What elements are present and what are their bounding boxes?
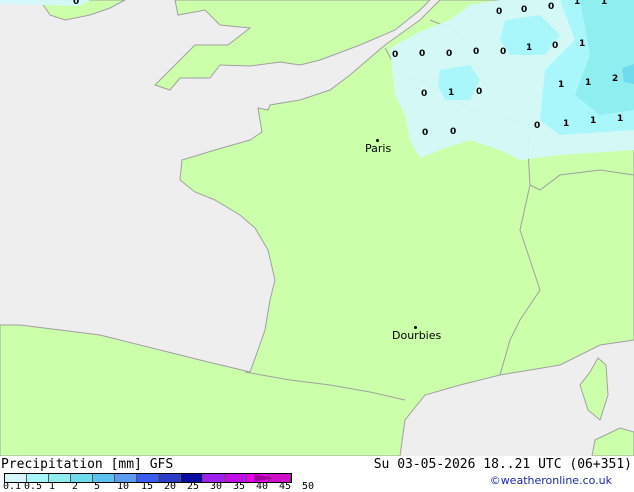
- precip-value: 0: [476, 87, 483, 97]
- precip-value: 0: [73, 0, 80, 7]
- scale-tick-label: 5: [94, 481, 101, 492]
- precip-value: 0: [534, 121, 541, 131]
- scale-tick-label: 15: [141, 481, 154, 492]
- credit-link[interactable]: ©weatheronline.co.uk: [490, 474, 612, 487]
- precip-value: 1: [558, 80, 565, 90]
- scale-tick-label: 50: [302, 481, 315, 492]
- precip-value: 1: [601, 0, 608, 7]
- scale-tick-label: 10: [117, 481, 130, 492]
- precip-value: 1: [617, 114, 624, 124]
- scale-tick-label: 1: [49, 481, 56, 492]
- precip-value: 1: [448, 88, 455, 98]
- precip-value: 0: [552, 41, 559, 51]
- precip-value: 0: [473, 47, 480, 57]
- city-label-dourbies: Dourbies: [392, 329, 442, 342]
- precip-value: 0: [521, 5, 528, 15]
- precip-value: 1: [579, 39, 586, 49]
- scale-tick-label: 2: [72, 481, 79, 492]
- scale-tick-label: 30: [210, 481, 223, 492]
- precip-value: 0: [496, 7, 503, 17]
- legend: Precipitation [mm] GFS Su 03-05-2026 18.…: [0, 456, 634, 492]
- precipitation-map: [0, 0, 634, 456]
- precip-value: 0: [548, 2, 555, 12]
- precip-value: 0: [446, 49, 453, 59]
- precip-value: 1: [590, 116, 597, 126]
- precip-value: 0: [422, 128, 429, 138]
- scale-tick-label: 0.1: [3, 481, 22, 492]
- map-title: Precipitation [mm] GFS: [1, 457, 174, 472]
- precip-value: 0: [500, 47, 507, 57]
- scale-tick-label: 25: [187, 481, 200, 492]
- precip-value: 1: [563, 119, 570, 129]
- city-label-paris: Paris: [365, 142, 392, 155]
- precip-value: 0: [450, 127, 457, 137]
- scale-tick-label: 20: [164, 481, 177, 492]
- valid-time: Su 03-05-2026 18..21 UTC (06+351): [373, 457, 632, 472]
- precip-value: 2: [612, 74, 619, 84]
- precip-value: 0: [421, 89, 428, 99]
- scale-tick-label: 40: [256, 481, 269, 492]
- precip-value: 1: [574, 0, 581, 7]
- scale-tick-label: 45: [279, 481, 292, 492]
- scale-tick-label: 35: [233, 481, 246, 492]
- scale-tick-label: 0.5: [24, 481, 43, 492]
- precip-value: 0: [419, 49, 426, 59]
- precip-value: 1: [585, 78, 592, 88]
- precip-value: 1: [526, 43, 533, 53]
- precip-value: 0: [392, 50, 399, 60]
